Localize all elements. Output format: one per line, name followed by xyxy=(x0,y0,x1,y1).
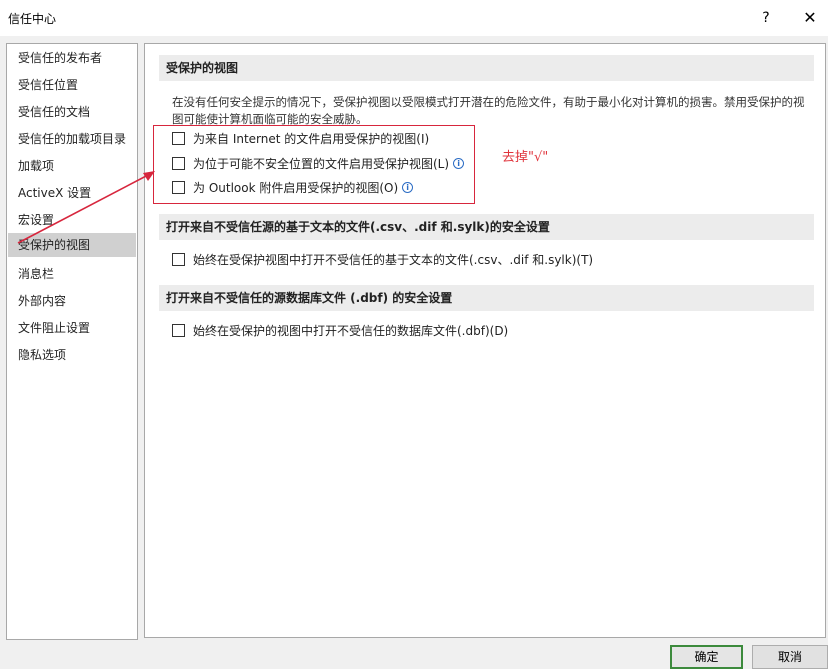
option-text-files-label[interactable]: 始终在受保护视图中打开不受信任的基于文本的文件(.csv、.dif 和.sylk… xyxy=(193,253,593,267)
sidebar-item-privacy[interactable]: 隐私选项 xyxy=(8,343,136,367)
section-header-dbf-files: 打开来自不受信任的源数据库文件 (.dbf) 的安全设置 xyxy=(159,285,814,311)
option-text-files: 始终在受保护视图中打开不受信任的基于文本的文件(.csv、.dif 和.sylk… xyxy=(172,251,593,269)
ok-button[interactable]: 确定 xyxy=(670,645,743,669)
help-button[interactable]: ? xyxy=(752,6,780,30)
settings-panel: 受保护的视图 在没有任何安全提示的情况下，受保护视图以受限模式打开潜在的危险文件… xyxy=(144,43,826,638)
option-outlook-attachments-label[interactable]: 为 Outlook 附件启用受保护的视图(O) xyxy=(193,181,398,195)
checkbox-internet-files[interactable] xyxy=(172,132,185,145)
protected-view-description: 在没有任何安全提示的情况下，受保护视图以受限模式打开潜在的危险文件，有助于最小化… xyxy=(172,95,805,126)
sidebar-item-file-block[interactable]: 文件阻止设置 xyxy=(8,316,136,340)
checkbox-dbf-files[interactable] xyxy=(172,324,185,337)
checkbox-text-files[interactable] xyxy=(172,253,185,266)
cancel-button[interactable]: 取消 xyxy=(752,645,828,669)
sidebar-item-addins[interactable]: 加载项 xyxy=(8,154,136,178)
info-icon[interactable]: i xyxy=(402,182,414,193)
section-header-protected-view: 受保护的视图 xyxy=(159,55,814,81)
section-header-text-files: 打开来自不受信任源的基于文本的文件(.csv、.dif 和.sylk)的安全设置 xyxy=(159,214,814,240)
sidebar-item-macro[interactable]: 宏设置 xyxy=(8,208,136,232)
sidebar: 受信任的发布者 受信任位置 受信任的文档 受信任的加载项目录 加载项 Activ… xyxy=(6,43,138,640)
window-title: 信任中心 xyxy=(8,12,57,26)
sidebar-item-trusted-locations[interactable]: 受信任位置 xyxy=(8,73,136,97)
checkbox-unsafe-locations[interactable] xyxy=(172,157,185,170)
option-internet-files: 为来自 Internet 的文件启用受保护的视图(I) xyxy=(172,130,429,148)
option-dbf-files-label[interactable]: 始终在受保护的视图中打开不受信任的数据库文件(.dbf)(D) xyxy=(193,324,508,338)
sidebar-item-activex[interactable]: ActiveX 设置 xyxy=(8,181,136,205)
sidebar-item-trusted-publishers[interactable]: 受信任的发布者 xyxy=(8,46,136,70)
annotation-text: 去掉"√" xyxy=(502,150,549,165)
option-dbf-files: 始终在受保护的视图中打开不受信任的数据库文件(.dbf)(D) xyxy=(172,322,508,340)
close-button[interactable]: ✕ xyxy=(796,6,824,30)
sidebar-item-message-bar[interactable]: 消息栏 xyxy=(8,262,136,286)
option-unsafe-locations-label[interactable]: 为位于可能不安全位置的文件启用受保护视图(L) xyxy=(193,157,449,171)
option-unsafe-locations: 为位于可能不安全位置的文件启用受保护视图(L) i xyxy=(172,155,465,173)
title-bar: 信任中心 ? ✕ xyxy=(0,0,828,36)
checkbox-outlook-attachments[interactable] xyxy=(172,181,185,194)
option-outlook-attachments: 为 Outlook 附件启用受保护的视图(O) i xyxy=(172,179,414,197)
sidebar-item-protected-view[interactable]: 受保护的视图 xyxy=(8,233,136,257)
sidebar-item-external-content[interactable]: 外部内容 xyxy=(8,289,136,313)
sidebar-item-trusted-addin-catalogs[interactable]: 受信任的加载项目录 xyxy=(8,127,136,151)
option-internet-files-label[interactable]: 为来自 Internet 的文件启用受保护的视图(I) xyxy=(193,132,429,146)
info-icon[interactable]: i xyxy=(453,158,465,169)
sidebar-item-trusted-documents[interactable]: 受信任的文档 xyxy=(8,100,136,124)
